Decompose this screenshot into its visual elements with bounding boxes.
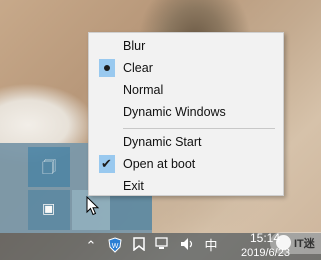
usb-drive-icon: 🗍: [42, 159, 56, 175]
menu-item-label: Normal: [123, 83, 164, 97]
menu-item-label: Open at boot: [123, 157, 196, 171]
volume-icon[interactable]: [180, 237, 196, 255]
menu-item-normal[interactable]: Normal: [89, 79, 281, 101]
tile-usb[interactable]: 🗍: [28, 147, 70, 187]
radio-bullet-icon: [104, 65, 110, 71]
wechat-logo-icon: [276, 235, 291, 250]
menu-separator: [123, 128, 275, 129]
checkbox-selected-mark: ✔: [99, 155, 115, 173]
context-menu: Blur Clear Normal Dynamic Windows Dynami…: [88, 32, 284, 196]
tile-app[interactable]: ▣: [28, 190, 70, 230]
menu-item-exit[interactable]: Exit: [89, 175, 281, 197]
watermark-badge: IT迷: [270, 232, 321, 254]
menu-item-label: Dynamic Start: [123, 135, 202, 149]
menu-item-open-at-boot[interactable]: ✔ Open at boot: [89, 153, 281, 175]
network-icon[interactable]: [155, 237, 171, 255]
mouse-cursor-icon: [86, 196, 100, 216]
menu-item-label: Clear: [123, 61, 153, 75]
checkmark-icon: ✔: [101, 156, 112, 171]
radio-selected-mark: [99, 59, 115, 77]
app-icon: ▣: [42, 200, 56, 216]
svg-text:W: W: [112, 243, 119, 250]
ime-icon[interactable]: 中: [203, 237, 219, 255]
bookmark-flag-icon[interactable]: [132, 237, 146, 255]
menu-item-dynamic-windows[interactable]: Dynamic Windows: [89, 101, 281, 123]
menu-item-dynamic-start[interactable]: Dynamic Start: [89, 131, 281, 153]
menu-item-label: Blur: [123, 39, 146, 53]
menu-item-label: Dynamic Windows: [123, 105, 226, 119]
menu-item-label: Exit: [123, 179, 144, 193]
menu-item-clear[interactable]: Clear: [89, 57, 281, 79]
watermark-text: IT迷: [294, 238, 315, 250]
chevron-up-icon[interactable]: ⌃: [85, 237, 97, 255]
menu-item-blur[interactable]: Blur: [89, 35, 281, 57]
shield-app-icon[interactable]: W: [107, 237, 123, 255]
